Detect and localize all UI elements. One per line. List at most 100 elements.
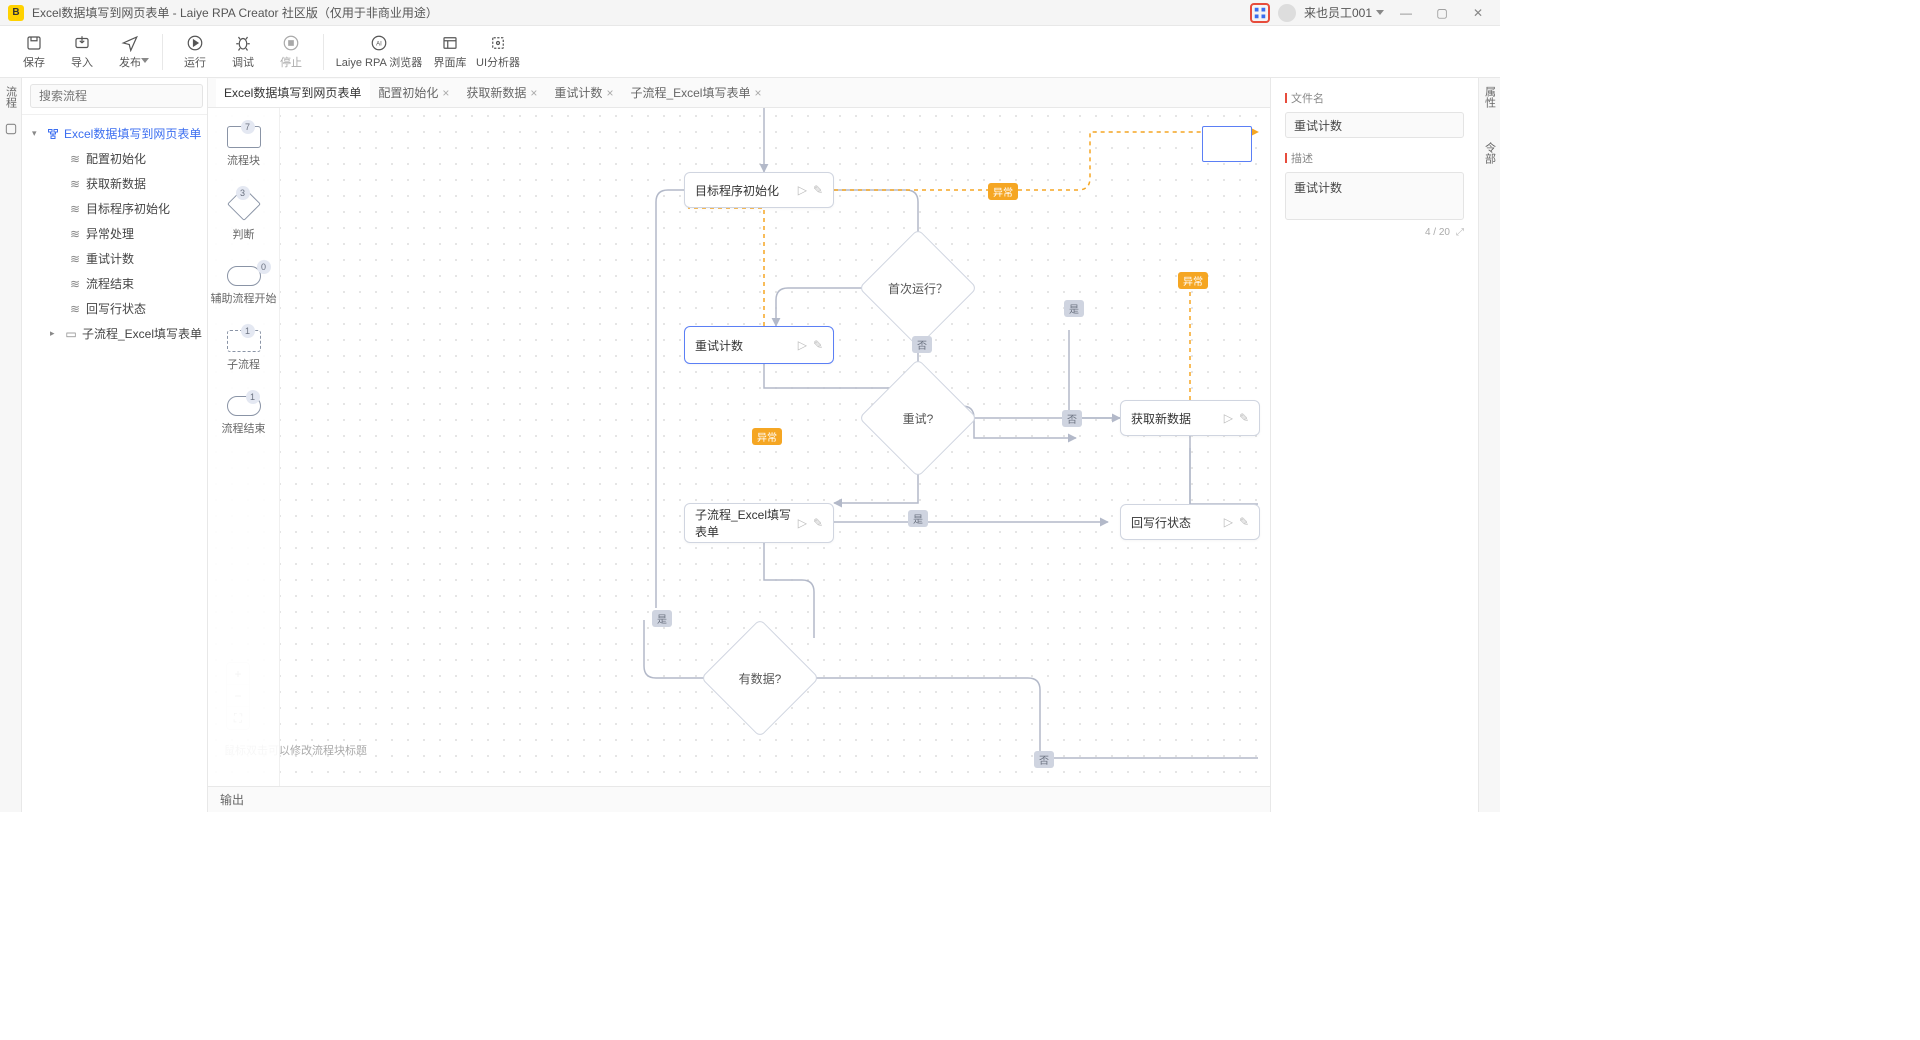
canvas-area: Excel数据填写到网页表单 配置初始化× 获取新数据× 重试计数× 子流程_E… bbox=[208, 78, 1270, 812]
debug-button[interactable]: 调试 bbox=[221, 29, 265, 75]
palette-end[interactable]: 1流程结束 bbox=[222, 396, 266, 436]
layers-icon: ≋ bbox=[68, 202, 82, 216]
tree-item[interactable]: ≋流程结束 bbox=[22, 271, 207, 296]
save-icon bbox=[25, 34, 43, 52]
caret-icon: ▾ bbox=[32, 128, 42, 139]
output-panel-header[interactable]: 输出 bbox=[208, 786, 1270, 812]
flow-tab[interactable]: 流程 bbox=[3, 86, 19, 108]
expand-icon[interactable]: ⤢ bbox=[1456, 227, 1464, 238]
user-menu[interactable]: 来也员工001 bbox=[1304, 4, 1384, 21]
play-icon[interactable]: ▷ bbox=[1224, 515, 1233, 529]
tab[interactable]: 子流程_Excel填写表单× bbox=[622, 79, 770, 107]
minimize-button[interactable]: — bbox=[1392, 3, 1420, 23]
edge-label-no: 否 bbox=[912, 336, 932, 353]
properties-tab[interactable]: 属性 bbox=[1482, 86, 1498, 108]
apps-grid-button[interactable] bbox=[1250, 3, 1270, 23]
edge-label-yes: 是 bbox=[652, 610, 672, 627]
node-retry[interactable]: 重试计数 ▷✎ bbox=[684, 326, 834, 364]
edge-label-no: 否 bbox=[1062, 410, 1082, 427]
tree-item[interactable]: ≋重试计数 bbox=[22, 246, 207, 271]
import-button[interactable]: 导入 bbox=[60, 29, 104, 75]
edge-label-exception: 异常 bbox=[1178, 272, 1208, 289]
layers-icon: ≋ bbox=[68, 277, 82, 291]
left-side-tabs: 流程 bbox=[0, 78, 22, 812]
tree-item[interactable]: ≋异常处理 bbox=[22, 221, 207, 246]
tree-subflow[interactable]: ▸▭子流程_Excel填写表单 bbox=[22, 321, 207, 346]
edit-icon[interactable]: ✎ bbox=[813, 516, 823, 530]
toolbar-divider bbox=[323, 34, 324, 70]
edge-label-no: 否 bbox=[1034, 751, 1054, 768]
tab[interactable]: 重试计数× bbox=[546, 79, 622, 107]
edge-label-yes: 是 bbox=[908, 510, 928, 527]
tree-root[interactable]: ▾ Excel数据填写到网页表单 bbox=[22, 121, 207, 146]
properties-panel: 文件名 描述 4 / 20⤢ bbox=[1270, 78, 1478, 812]
uianalyzer-button[interactable]: UI分析器 bbox=[476, 29, 520, 75]
search-input[interactable] bbox=[30, 84, 203, 108]
palette-subflow[interactable]: 1子流程 bbox=[227, 330, 261, 372]
chevron-down-icon bbox=[1376, 10, 1384, 15]
close-icon[interactable]: × bbox=[442, 86, 449, 100]
edit-icon[interactable]: ✎ bbox=[813, 338, 823, 352]
close-icon[interactable]: × bbox=[606, 86, 613, 100]
minimap[interactable] bbox=[1202, 126, 1252, 162]
palette-decision[interactable]: 3判断 bbox=[232, 192, 256, 242]
layers-icon: ≋ bbox=[68, 252, 82, 266]
maximize-button[interactable]: ▢ bbox=[1428, 3, 1456, 23]
play-icon[interactable]: ▷ bbox=[798, 183, 807, 197]
decision-hasdata[interactable]: 有数据? bbox=[718, 636, 802, 720]
ai-icon: AI bbox=[370, 34, 388, 52]
layers-icon: ≋ bbox=[68, 177, 82, 191]
node-subflow[interactable]: 子流程_Excel填写表单 ▷✎ bbox=[684, 503, 834, 543]
tree-item[interactable]: ≋回写行状态 bbox=[22, 296, 207, 321]
tree-item[interactable]: ≋配置初始化 bbox=[22, 146, 207, 171]
edit-icon[interactable]: ✎ bbox=[1239, 411, 1249, 425]
play-icon[interactable]: ▷ bbox=[1224, 411, 1233, 425]
toolbar: 保存 导入 发布 运行 调试 停止 AILaiye RPA 浏览器 界面库 UI… bbox=[0, 26, 1500, 78]
decision-firstrun[interactable]: 首次运行？ bbox=[876, 246, 960, 330]
stop-button: 停止 bbox=[269, 29, 313, 75]
close-icon[interactable]: × bbox=[754, 86, 761, 100]
decision-retry[interactable]: 重试? bbox=[876, 376, 960, 460]
subflow-icon: ▭ bbox=[64, 327, 78, 341]
browser-button[interactable]: AILaiye RPA 浏览器 bbox=[334, 29, 424, 75]
save-button[interactable]: 保存 bbox=[12, 29, 56, 75]
caret-icon: ▸ bbox=[50, 328, 60, 339]
tree-item[interactable]: ≋目标程序初始化 bbox=[22, 196, 207, 221]
close-button[interactable]: ✕ bbox=[1464, 3, 1492, 23]
play-icon[interactable]: ▷ bbox=[798, 516, 807, 530]
command-icon[interactable] bbox=[4, 122, 18, 136]
edit-icon[interactable]: ✎ bbox=[1239, 515, 1249, 529]
palette-block[interactable]: 7流程块 bbox=[227, 126, 261, 168]
uilib-button[interactable]: 界面库 bbox=[428, 29, 472, 75]
node-getdata[interactable]: 获取新数据 ▷✎ bbox=[1120, 400, 1260, 436]
field-label-filename: 文件名 bbox=[1285, 90, 1464, 106]
bug-icon bbox=[234, 34, 252, 52]
run-button[interactable]: 运行 bbox=[173, 29, 217, 75]
edit-icon[interactable]: ✎ bbox=[813, 183, 823, 197]
tab[interactable]: Excel数据填写到网页表单 bbox=[216, 79, 370, 107]
toolbar-divider bbox=[162, 34, 163, 70]
svg-text:AI: AI bbox=[376, 41, 382, 47]
library-icon bbox=[441, 34, 459, 52]
grid-icon bbox=[1254, 7, 1266, 19]
editor-tabs: Excel数据填写到网页表单 配置初始化× 获取新数据× 重试计数× 子流程_E… bbox=[208, 78, 1270, 108]
palette-aux-start[interactable]: 0辅助流程开始 bbox=[211, 266, 277, 306]
tab[interactable]: 获取新数据× bbox=[458, 79, 546, 107]
tree-item[interactable]: ≋获取新数据 bbox=[22, 171, 207, 196]
node-init[interactable]: 目标程序初始化 ▷✎ bbox=[684, 172, 834, 208]
node-writeback[interactable]: 回写行状态 ▷✎ bbox=[1120, 504, 1260, 540]
layers-icon: ≋ bbox=[68, 227, 82, 241]
play-icon[interactable]: ▷ bbox=[798, 338, 807, 352]
flow-canvas[interactable]: 7流程块 3判断 0辅助流程开始 1子流程 1流程结束 bbox=[208, 108, 1270, 786]
play-icon bbox=[186, 34, 204, 52]
description-field[interactable] bbox=[1285, 172, 1464, 220]
explorer-panel: ▾ Excel数据填写到网页表单 ≋配置初始化 ≋获取新数据 ≋目标程序初始化 … bbox=[22, 78, 208, 812]
user-avatar[interactable] bbox=[1278, 4, 1296, 22]
publish-button[interactable]: 发布 bbox=[108, 29, 152, 75]
tools-tab[interactable]: 令部 bbox=[1482, 142, 1498, 164]
filename-field[interactable] bbox=[1285, 112, 1464, 138]
tab[interactable]: 配置初始化× bbox=[370, 79, 458, 107]
flow-icon bbox=[46, 128, 60, 140]
layers-icon: ≋ bbox=[68, 152, 82, 166]
close-icon[interactable]: × bbox=[530, 86, 537, 100]
